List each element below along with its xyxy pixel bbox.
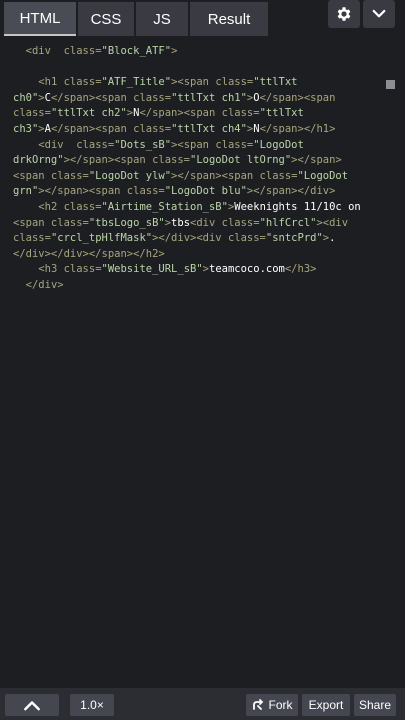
editor-topbar: HTML CSS JS Result [0,0,405,38]
export-button[interactable]: Export [302,694,350,716]
tab-css[interactable]: CSS [78,2,134,36]
expand-console-button[interactable] [5,694,59,716]
editor-bottombar: 1.0× Fork Export Share [0,688,405,720]
chevron-down-icon [372,9,386,18]
tab-js[interactable]: JS [136,2,188,36]
code-text: <div class="Block_ATF"> <h1 class="ATF_T… [13,45,361,291]
share-button[interactable]: Share [354,694,396,716]
code-editor[interactable]: <div class="Block_ATF"> <h1 class="ATF_T… [0,38,405,688]
fork-label: Fork [268,698,293,712]
settings-button[interactable] [328,0,360,28]
zoom-button[interactable]: 1.0× [70,694,114,716]
tab-html[interactable]: HTML [4,2,76,36]
editor-tabs: HTML CSS JS Result [4,2,268,36]
gear-icon [337,7,351,21]
editor-scroll-marker[interactable] [386,80,395,89]
chevron-up-icon [24,701,40,711]
tab-result[interactable]: Result [190,2,268,36]
fork-icon [252,699,263,710]
collapse-button[interactable] [363,0,395,28]
fork-button[interactable]: Fork [246,694,298,716]
